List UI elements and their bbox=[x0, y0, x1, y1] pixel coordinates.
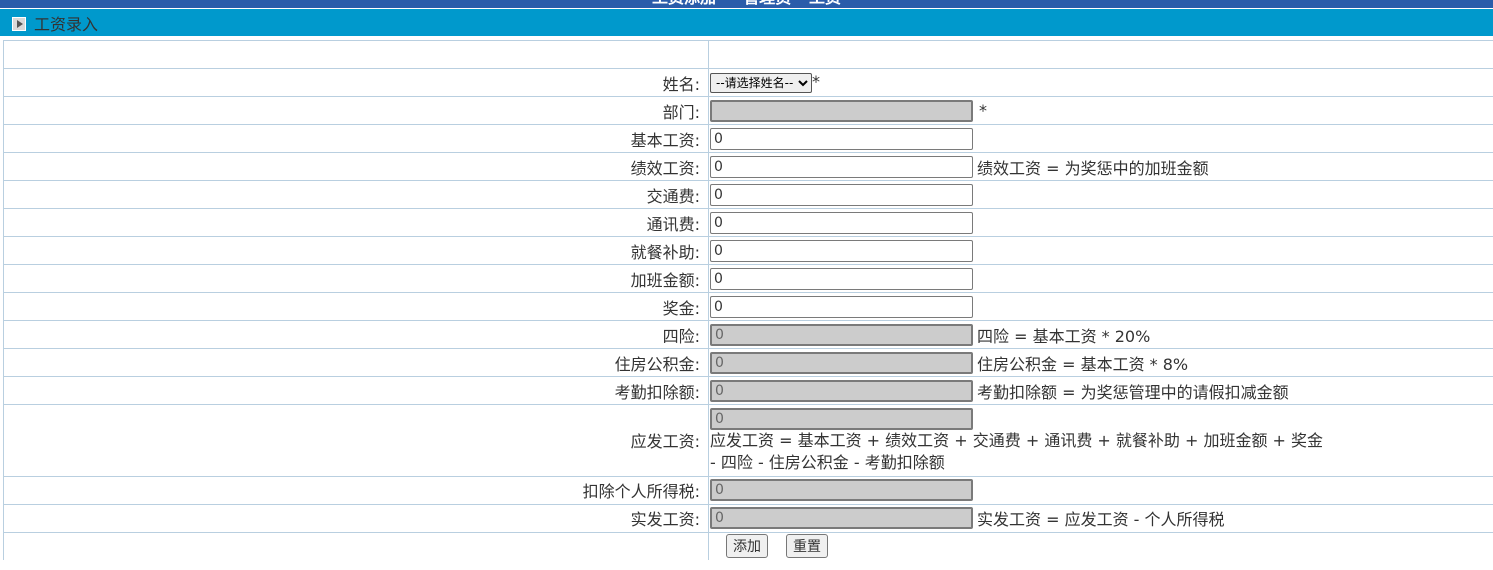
form-row-insurance: 四险: 四险 = 基本工资 * 20% bbox=[3, 320, 1493, 349]
gross-salary-hint-line2: - 四险 - 住房公积金 - 考勤扣除额 bbox=[710, 452, 945, 472]
form-row-bonus: 奖金: bbox=[3, 292, 1493, 321]
salary-form-table: 姓名: --请选择姓名-- * 部门: * 基本工资: 绩效工资: 绩效工资 =… bbox=[3, 40, 1493, 560]
income-tax-label: 扣除个人所得税: bbox=[3, 475, 709, 504]
form-row-attendance-deduction: 考勤扣除额: 考勤扣除额 = 为奖惩管理中的请假扣减金额 bbox=[3, 376, 1493, 405]
top-header-bar: 工资添加 — 管理员 - 工资 bbox=[0, 0, 1493, 8]
bonus-label: 奖金: bbox=[3, 292, 709, 321]
form-row-name: 姓名: --请选择姓名-- * bbox=[3, 68, 1493, 97]
performance-salary-label: 绩效工资: bbox=[3, 152, 709, 181]
department-required-mark: * bbox=[979, 101, 987, 120]
performance-salary-field[interactable] bbox=[710, 155, 973, 178]
form-spacer-row bbox=[3, 40, 1493, 69]
net-salary-field[interactable] bbox=[710, 507, 973, 529]
form-row-department: 部门: * bbox=[3, 96, 1493, 125]
form-row-meal: 就餐补助: bbox=[3, 236, 1493, 265]
housing-fund-field[interactable] bbox=[710, 351, 973, 374]
housing-fund-hint: 住房公积金 = 基本工资 * 8% bbox=[977, 354, 1189, 374]
net-salary-label: 实发工资: bbox=[3, 503, 709, 532]
attendance-deduction-hint: 考勤扣除额 = 为奖惩管理中的请假扣减金额 bbox=[977, 382, 1289, 402]
form-row-gross-salary: 应发工资: 应发工资 = 基本工资 + 绩效工资 + 交通费 + 通讯费 + 就… bbox=[3, 404, 1493, 476]
insurance-label: 四险: bbox=[3, 320, 709, 349]
form-row-basic-salary: 基本工资: bbox=[3, 124, 1493, 153]
form-row-communication: 通讯费: bbox=[3, 208, 1493, 237]
gross-salary-hint-line1: 应发工资 = 基本工资 + 绩效工资 + 交通费 + 通讯费 + 就餐补助 + … bbox=[710, 430, 1324, 450]
overtime-field[interactable] bbox=[710, 267, 973, 290]
transport-label: 交通费: bbox=[3, 180, 709, 209]
basic-salary-field[interactable] bbox=[710, 127, 973, 150]
insurance-hint: 四险 = 基本工资 * 20% bbox=[977, 326, 1151, 346]
add-button[interactable]: 添加 bbox=[726, 534, 768, 558]
attendance-deduction-field[interactable] bbox=[710, 379, 973, 402]
department-label: 部门: bbox=[3, 96, 709, 125]
performance-salary-hint: 绩效工资 = 为奖惩中的加班金额 bbox=[977, 158, 1209, 178]
form-row-overtime: 加班金额: bbox=[3, 264, 1493, 293]
communication-field[interactable] bbox=[710, 211, 973, 234]
form-row-actions: 添加 重置 bbox=[3, 531, 1493, 560]
form-row-performance-salary: 绩效工资: 绩效工资 = 为奖惩中的加班金额 bbox=[3, 152, 1493, 181]
insurance-field[interactable] bbox=[710, 323, 973, 346]
name-required-mark: * bbox=[812, 72, 820, 92]
bonus-field[interactable] bbox=[710, 295, 973, 318]
salary-form: 姓名: --请选择姓名-- * 部门: * 基本工资: 绩效工资: 绩效工资 =… bbox=[3, 40, 1493, 560]
gross-salary-label: 应发工资: bbox=[3, 404, 709, 476]
panel-title: 工资录入 bbox=[34, 14, 99, 34]
reset-button[interactable]: 重置 bbox=[786, 534, 828, 558]
income-tax-field[interactable] bbox=[710, 479, 973, 501]
form-row-housing-fund: 住房公积金: 住房公积金 = 基本工资 * 8% bbox=[3, 348, 1493, 377]
form-row-net-salary: 实发工资: 实发工资 = 应发工资 - 个人所得税 bbox=[3, 503, 1493, 532]
basic-salary-label: 基本工资: bbox=[3, 124, 709, 153]
meal-label: 就餐补助: bbox=[3, 236, 709, 265]
form-row-transport: 交通费: bbox=[3, 180, 1493, 209]
name-label: 姓名: bbox=[3, 68, 709, 97]
department-field[interactable] bbox=[710, 99, 973, 122]
net-salary-hint: 实发工资 = 应发工资 - 个人所得税 bbox=[977, 510, 1225, 529]
housing-fund-label: 住房公积金: bbox=[3, 348, 709, 377]
form-row-income-tax: 扣除个人所得税: bbox=[3, 475, 1493, 504]
communication-label: 通讯费: bbox=[3, 208, 709, 237]
top-header-title: 工资添加 — 管理员 - 工资 bbox=[0, 0, 1493, 8]
overtime-label: 加班金额: bbox=[3, 264, 709, 293]
transport-field[interactable] bbox=[710, 183, 973, 206]
attendance-deduction-label: 考勤扣除额: bbox=[3, 376, 709, 405]
play-icon bbox=[12, 16, 26, 31]
gross-salary-field[interactable] bbox=[710, 407, 973, 430]
meal-allowance-field[interactable] bbox=[710, 239, 973, 262]
panel-title-bar: 工资录入 bbox=[0, 8, 1493, 36]
name-select[interactable]: --请选择姓名-- bbox=[710, 72, 812, 93]
